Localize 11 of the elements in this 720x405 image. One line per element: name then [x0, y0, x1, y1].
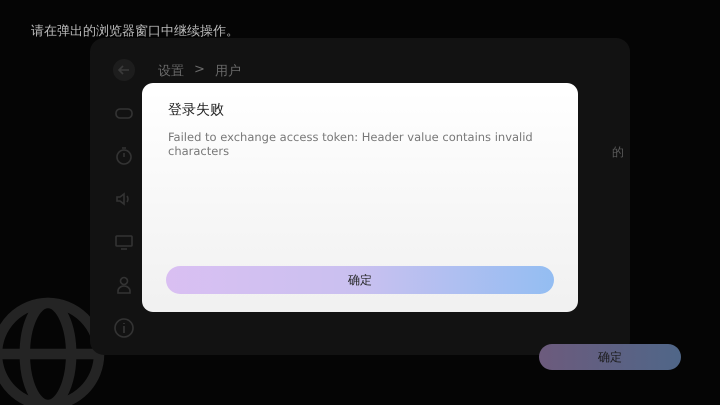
back-icon[interactable]	[112, 58, 136, 82]
info-icon[interactable]	[112, 316, 136, 340]
ok-button[interactable]: 确定	[166, 266, 554, 294]
dialog-message: Failed to exchange access token: Header value contains invalid characters	[168, 131, 534, 159]
dialog-title: 登录失败	[168, 101, 225, 119]
description-text: 的	[612, 144, 624, 161]
prompt-text: 请在弹出的浏览器窗口中继续操作。	[31, 23, 239, 40]
globe-icon	[0, 296, 106, 405]
breadcrumb-item: >	[194, 62, 205, 79]
breadcrumb-item: 设置	[158, 63, 184, 80]
breadcrumb-item: 用户	[214, 63, 241, 80]
